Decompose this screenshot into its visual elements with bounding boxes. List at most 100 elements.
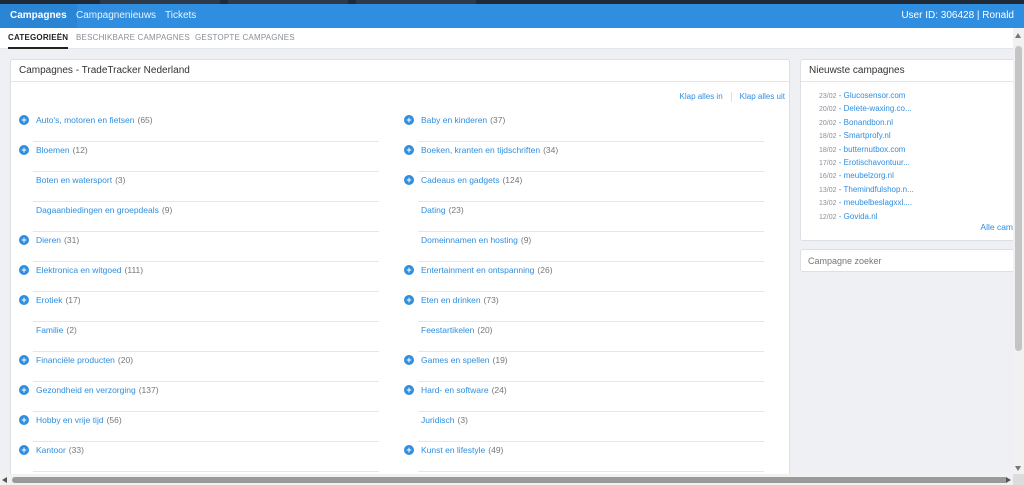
- category-label[interactable]: Games en spellen (19): [421, 352, 508, 368]
- category-item[interactable]: + Games en spellen (19): [404, 352, 764, 382]
- category-label[interactable]: Juridisch (3): [421, 412, 468, 428]
- category-label[interactable]: Eten en drinken (73): [421, 292, 499, 308]
- scroll-up-arrow-icon[interactable]: [1015, 33, 1021, 38]
- category-label[interactable]: Baby en kinderen (37): [421, 112, 505, 128]
- category-name[interactable]: Kunst en lifestyle: [421, 445, 485, 455]
- campaign-link[interactable]: Glucosensor.com: [844, 91, 906, 100]
- newest-campaign-item[interactable]: 18/02 - butternutbox.com: [819, 144, 914, 157]
- category-label[interactable]: Familie (2): [36, 322, 77, 338]
- plus-circle-icon[interactable]: +: [19, 265, 29, 275]
- newest-campaign-item[interactable]: 13/02 - Themindfulshop.n...: [819, 184, 914, 197]
- campaign-link[interactable]: Delete-waxing.co...: [844, 104, 912, 113]
- category-label[interactable]: Erotiek (17): [36, 292, 81, 308]
- category-name[interactable]: Games en spellen: [421, 355, 490, 365]
- campaign-link[interactable]: Smartprofy.nl: [844, 131, 891, 140]
- category-label[interactable]: Auto's, motoren en fietsen (65): [36, 112, 153, 128]
- category-name[interactable]: Dieren: [36, 235, 61, 245]
- category-item[interactable]: Dagaanbiedingen en groepdeals (9): [19, 202, 379, 232]
- campaign-link[interactable]: meubelzorg.nl: [844, 171, 894, 180]
- plus-circle-icon[interactable]: +: [404, 115, 414, 125]
- category-item[interactable]: + Baby en kinderen (37): [404, 112, 764, 142]
- category-item[interactable]: Domeinnamen en hosting (9): [404, 232, 764, 262]
- horizontal-scroll-thumb[interactable]: [12, 477, 1008, 483]
- category-name[interactable]: Financiële producten: [36, 355, 115, 365]
- all-campaigns-link[interactable]: Alle cam: [980, 222, 1013, 232]
- category-label[interactable]: Kantoor (33): [36, 442, 84, 458]
- category-item[interactable]: Boten en watersport (3): [19, 172, 379, 202]
- category-name[interactable]: Gezondheid en verzorging: [36, 385, 136, 395]
- category-name[interactable]: Eten en drinken: [421, 295, 481, 305]
- newest-campaign-item[interactable]: 16/02 - meubelzorg.nl: [819, 170, 914, 183]
- category-item[interactable]: Juridisch (3): [404, 412, 764, 442]
- category-item[interactable]: + Dieren (31): [19, 232, 379, 262]
- tab-categorieen[interactable]: CATEGORIEËN: [8, 28, 69, 49]
- category-name[interactable]: Dating: [421, 205, 446, 215]
- user-info[interactable]: User ID: 306428 | Ronald: [901, 4, 1014, 28]
- category-item[interactable]: + Cadeaus en gadgets (124): [404, 172, 764, 202]
- campaign-link[interactable]: Bonandbon.nl: [844, 118, 893, 127]
- category-name[interactable]: Cadeaus en gadgets: [421, 175, 499, 185]
- category-item[interactable]: Familie (2): [19, 322, 379, 352]
- category-name[interactable]: Domeinnamen en hosting: [421, 235, 518, 245]
- category-item[interactable]: + Erotiek (17): [19, 292, 379, 322]
- category-label[interactable]: Gezondheid en verzorging (137): [36, 382, 159, 398]
- category-name[interactable]: Hard- en software: [421, 385, 489, 395]
- scroll-down-arrow-icon[interactable]: [1015, 466, 1021, 471]
- category-name[interactable]: Bloemen: [36, 145, 70, 155]
- category-label[interactable]: Domeinnamen en hosting (9): [421, 232, 531, 248]
- campaign-link[interactable]: Themindfulshop.n...: [844, 185, 914, 194]
- newest-campaign-item[interactable]: 13/02 - meubelbeslagxxl....: [819, 197, 914, 210]
- newest-campaign-item[interactable]: 23/02 - Glucosensor.com: [819, 90, 914, 103]
- plus-circle-icon[interactable]: +: [19, 145, 29, 155]
- category-item[interactable]: Feestartikelen (20): [404, 322, 764, 352]
- category-name[interactable]: Baby en kinderen: [421, 115, 487, 125]
- category-name[interactable]: Auto's, motoren en fietsen: [36, 115, 135, 125]
- plus-circle-icon[interactable]: +: [19, 295, 29, 305]
- vertical-scroll-thumb[interactable]: [1015, 46, 1022, 351]
- expand-all-link[interactable]: Klap alles in: [680, 92, 723, 101]
- category-item[interactable]: + Auto's, motoren en fietsen (65): [19, 112, 379, 142]
- category-label[interactable]: Boeken, kranten en tijdschriften (34): [421, 142, 558, 158]
- plus-circle-icon[interactable]: +: [19, 415, 29, 425]
- category-name[interactable]: Boeken, kranten en tijdschriften: [421, 145, 540, 155]
- newest-campaign-item[interactable]: 17/02 - Erotischavontuur...: [819, 157, 914, 170]
- plus-circle-icon[interactable]: +: [19, 385, 29, 395]
- category-item[interactable]: + Gezondheid en verzorging (137): [19, 382, 379, 412]
- category-label[interactable]: Dagaanbiedingen en groepdeals (9): [36, 202, 172, 218]
- plus-circle-icon[interactable]: +: [404, 355, 414, 365]
- plus-circle-icon[interactable]: +: [19, 355, 29, 365]
- category-label[interactable]: Dieren (31): [36, 232, 79, 248]
- campaign-link[interactable]: Erotischavontuur...: [844, 158, 910, 167]
- category-name[interactable]: Boten en watersport: [36, 175, 112, 185]
- category-name[interactable]: Feestartikelen: [421, 325, 474, 335]
- tab-gestopte-campagnes[interactable]: GESTOPTE CAMPAGNES: [195, 28, 295, 49]
- newest-campaign-item[interactable]: 20/02 - Delete-waxing.co...: [819, 103, 914, 116]
- plus-circle-icon[interactable]: +: [404, 385, 414, 395]
- vertical-scrollbar[interactable]: [1013, 28, 1024, 474]
- plus-circle-icon[interactable]: +: [404, 145, 414, 155]
- category-item[interactable]: + Kunst en lifestyle (49): [404, 442, 764, 472]
- category-label[interactable]: Hard- en software (24): [421, 382, 507, 398]
- category-item[interactable]: + Hard- en software (24): [404, 382, 764, 412]
- scroll-right-arrow-icon[interactable]: [1006, 477, 1011, 483]
- category-name[interactable]: Juridisch: [421, 415, 455, 425]
- horizontal-scrollbar[interactable]: [0, 474, 1013, 485]
- newest-campaign-item[interactable]: 20/02 - Bonandbon.nl: [819, 117, 914, 130]
- category-item[interactable]: + Kantoor (33): [19, 442, 379, 472]
- category-label[interactable]: Elektronica en witgoed (111): [36, 262, 143, 278]
- campaign-search-input[interactable]: [801, 250, 1019, 271]
- category-label[interactable]: Hobby en vrije tijd (56): [36, 412, 122, 428]
- category-label[interactable]: Kunst en lifestyle (49): [421, 442, 503, 458]
- category-item[interactable]: + Eten en drinken (73): [404, 292, 764, 322]
- newest-campaign-item[interactable]: 12/02 - Govida.nl: [819, 211, 914, 224]
- newest-campaign-item[interactable]: 18/02 - Smartprofy.nl: [819, 130, 914, 143]
- campaign-link[interactable]: meubelbeslagxxl....: [844, 198, 912, 207]
- category-label[interactable]: Bloemen (12): [36, 142, 88, 158]
- category-name[interactable]: Entertainment en ontspanning: [421, 265, 534, 275]
- plus-circle-icon[interactable]: +: [404, 295, 414, 305]
- category-name[interactable]: Elektronica en witgoed: [36, 265, 122, 275]
- category-label[interactable]: Feestartikelen (20): [421, 322, 493, 338]
- category-item[interactable]: + Hobby en vrije tijd (56): [19, 412, 379, 442]
- campaign-link[interactable]: butternutbox.com: [844, 145, 906, 154]
- plus-circle-icon[interactable]: +: [19, 235, 29, 245]
